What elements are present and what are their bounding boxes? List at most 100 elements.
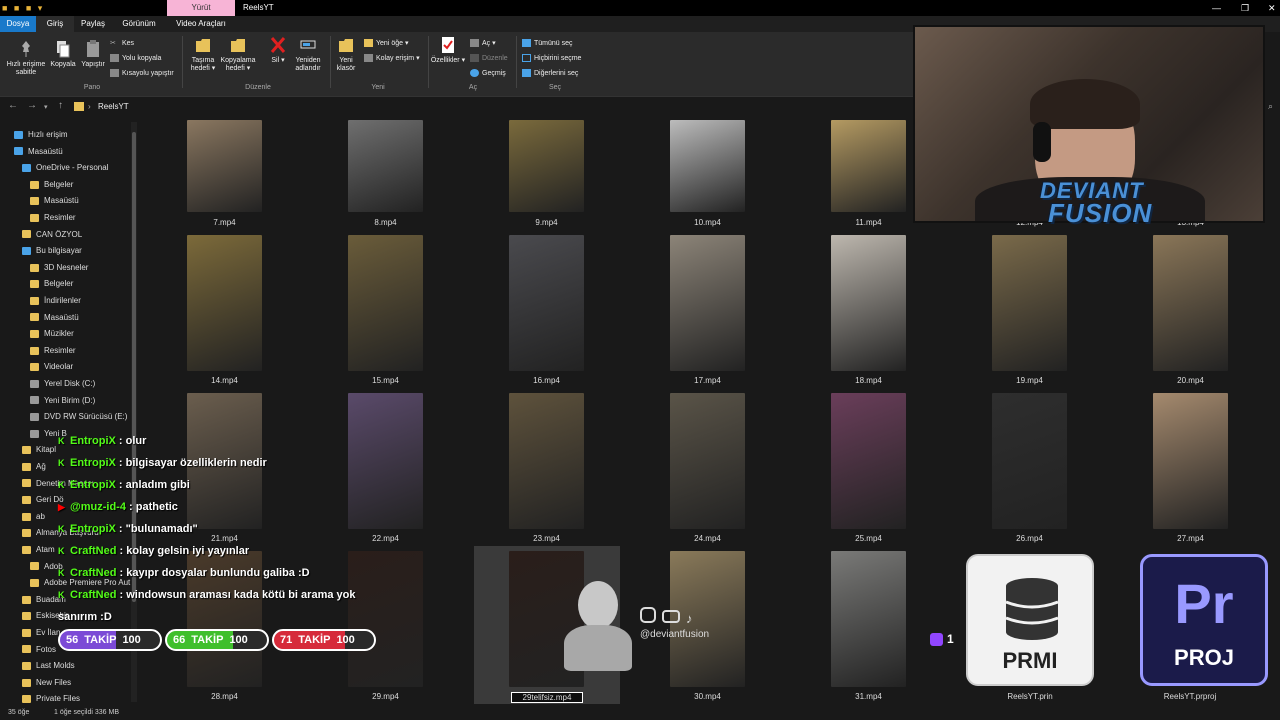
video-thumbnail xyxy=(348,235,423,371)
tab-home[interactable]: Giriş xyxy=(36,16,74,32)
kick-icon: K xyxy=(58,480,65,490)
sidebar-item[interactable]: Videolar xyxy=(30,360,73,374)
sidebar-item[interactable]: Yeni Birim (D:) xyxy=(30,394,95,408)
minimize-button[interactable]: — xyxy=(1212,0,1221,16)
sidebar-item[interactable]: Hızlı erişim xyxy=(14,128,68,142)
up-icon[interactable]: ↑ xyxy=(58,100,63,111)
file-name[interactable]: ReelsYT.prin xyxy=(970,692,1090,701)
cut-button[interactable]: ✂ Kes xyxy=(110,39,134,48)
context-tab-play[interactable]: Yürüt xyxy=(167,0,235,16)
avatar xyxy=(560,575,636,675)
follow-goal-badge: 71 TAKİP 100 xyxy=(272,629,376,651)
sidebar-item[interactable]: Müzikler xyxy=(30,327,74,341)
paste-shortcut-button[interactable]: Kısayolu yapıştır xyxy=(110,69,174,78)
sidebar-item[interactable]: OneDrive - Personal xyxy=(22,161,108,175)
tab-share[interactable]: Paylaş xyxy=(74,16,112,32)
pin-quick-access-button[interactable]: Hızlı erişime sabitle xyxy=(4,40,48,77)
sidebar-item-label: OneDrive - Personal xyxy=(36,163,109,173)
folder-icon xyxy=(22,695,31,704)
search-icon[interactable]: ⌕ xyxy=(1268,101,1273,112)
sidebar-item[interactable]: Yerel Disk (C:) xyxy=(30,377,95,391)
edit-icon xyxy=(470,54,479,63)
tab-video-tools[interactable]: Video Araçları xyxy=(168,16,234,32)
invert-selection-icon xyxy=(522,69,531,78)
new-folder-button[interactable]: Yeni klasör xyxy=(332,36,360,73)
prin-file-icon[interactable]: PRMI xyxy=(966,554,1094,686)
sidebar-item[interactable]: Belgeler xyxy=(30,178,73,192)
sidebar-item[interactable]: 3D Nesneler xyxy=(30,261,88,275)
sidebar-item-label: Belgeler xyxy=(44,179,74,189)
sidebar-item[interactable]: Masaüstü xyxy=(30,194,79,208)
sidebar-item[interactable]: Resimler xyxy=(30,344,76,358)
file-name: 15.mp4 xyxy=(372,376,399,385)
file-name: 19.mp4 xyxy=(1016,376,1043,385)
goal-count: 56 xyxy=(66,634,79,646)
close-button[interactable]: ✕ xyxy=(1268,0,1276,16)
select-none-button[interactable]: Hiçbirini seçme xyxy=(522,54,581,63)
sidebar-item[interactable]: Belgeler xyxy=(30,277,73,291)
sidebar-item[interactable]: ab xyxy=(22,510,45,524)
sidebar-item[interactable]: Ev İlan xyxy=(22,626,60,640)
sidebar-item[interactable]: Atam xyxy=(22,543,55,557)
video-thumbnail xyxy=(992,235,1067,371)
paste-button[interactable]: Yapıştır xyxy=(78,40,108,69)
divider xyxy=(428,36,429,88)
sidebar-item[interactable]: İndirilenler xyxy=(30,294,81,308)
folder-icon xyxy=(22,230,31,239)
sidebar-item[interactable]: Bu bilgisayar xyxy=(22,244,82,258)
sidebar-item[interactable]: CAN ÖZYOL xyxy=(22,228,82,242)
goal-label: TAKİP xyxy=(191,634,224,646)
tab-file[interactable]: Dosya xyxy=(0,16,36,32)
move-to-button[interactable]: Taşıma hedefi ▾ xyxy=(186,36,220,73)
folder-icon xyxy=(22,628,31,637)
copy-path-button[interactable]: Yolu kopyala xyxy=(110,54,161,63)
chat-message: K CraftNed : kolay gelsin iyi yayınlar xyxy=(58,540,249,562)
sidebar-item[interactable]: Last Molds xyxy=(22,659,75,673)
new-item-button[interactable]: Yeni öğe ▾ xyxy=(364,39,408,48)
breadcrumb[interactable]: ReelsYT xyxy=(98,102,129,111)
sidebar-item-label: Last Molds xyxy=(36,661,75,671)
chat-text: sanırım :D xyxy=(58,611,112,623)
tab-view[interactable]: Görünüm xyxy=(114,16,164,32)
open-button[interactable]: Aç ▾ xyxy=(470,39,496,48)
sidebar-item[interactable]: Kitapl xyxy=(22,443,56,457)
sidebar-scrollbar[interactable] xyxy=(131,122,137,702)
properties-button[interactable]: Özellikler ▾ xyxy=(430,36,466,65)
sidebar-item[interactable]: Resimler xyxy=(30,211,76,225)
forward-icon[interactable]: → xyxy=(27,100,37,111)
sidebar-item[interactable]: Masaüstü xyxy=(14,145,63,159)
recent-dropdown-icon[interactable]: ▾ xyxy=(44,103,48,111)
copy-button[interactable]: Kopyala xyxy=(48,40,78,69)
file-name[interactable]: ReelsYT.prproj xyxy=(1130,692,1250,701)
back-icon[interactable]: ← xyxy=(8,100,18,111)
select-all-label: Tümünü seç xyxy=(534,40,573,47)
sidebar-item[interactable]: New Files xyxy=(22,676,71,690)
easy-access-button[interactable]: Kolay erişim ▾ xyxy=(364,54,420,63)
sidebar-item[interactable]: Fotos xyxy=(22,643,56,657)
sidebar-item-label: Masaüstü xyxy=(44,196,79,206)
sidebar-item[interactable]: DVD RW Sürücüsü (E:) xyxy=(30,410,127,424)
properties-icon xyxy=(442,37,454,53)
video-thumbnail xyxy=(992,393,1067,529)
edit-button[interactable]: Düzenle xyxy=(470,54,508,63)
sidebar-item[interactable]: Ağ xyxy=(22,460,46,474)
maximize-button[interactable]: ❐ xyxy=(1241,0,1249,16)
invert-selection-button[interactable]: Diğerlerini seç xyxy=(522,69,578,78)
sidebar-item-label: Resimler xyxy=(44,213,76,222)
viewer-count-number: 1 xyxy=(947,632,954,646)
quick-access-toolbar[interactable]: ■ ■ ■ ▾ xyxy=(2,3,44,14)
prproj-file-icon[interactable]: Pr PROJ xyxy=(1140,554,1268,686)
delete-button[interactable]: Sil ▾ xyxy=(265,36,291,65)
file-name: 11.mp4 xyxy=(855,218,882,227)
select-all-button[interactable]: Tümünü seç xyxy=(522,39,573,48)
folder-copy-icon xyxy=(231,39,245,52)
file-name: 7.mp4 xyxy=(213,218,236,227)
title-bar: ■ ■ ■ ▾ Yürüt ReelsYT — ❐ ✕ xyxy=(0,0,1280,16)
sidebar-item[interactable]: Masaüstü xyxy=(30,311,79,325)
rename-button[interactable]: Yeniden adlandır xyxy=(290,36,326,73)
history-button[interactable]: Geçmiş xyxy=(470,69,506,78)
copy-to-button[interactable]: Kopyalama hedefi ▾ xyxy=(218,36,258,73)
goal-count: 71 xyxy=(280,634,293,646)
folder-icon xyxy=(22,496,31,505)
sidebar-item[interactable]: Private Files xyxy=(22,692,80,706)
